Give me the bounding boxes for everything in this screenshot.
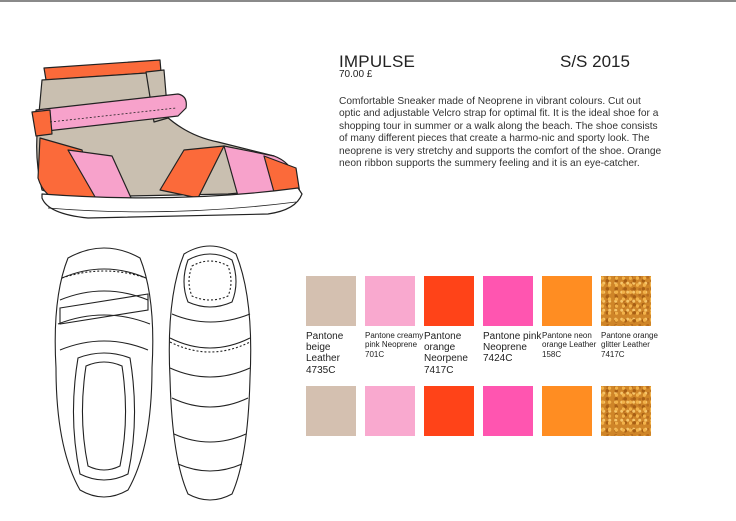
swatch-label-pink: Pantone pink Neoprene 7424C [483, 331, 542, 365]
swatch-label-orange: Pantone orange Neorpene 7417C [424, 331, 468, 376]
swatch-neon-orange-2 [542, 386, 592, 436]
swatch-row-bottom [306, 386, 660, 436]
shoe-top-view-sketch [54, 247, 154, 498]
swatch-pink-2 [483, 386, 533, 436]
swatch-orange-glitter [601, 276, 651, 326]
product-description: Comfortable Sneaker made of Neoprene in … [339, 96, 662, 170]
swatch-beige [306, 276, 356, 326]
swatch-orange-glitter-2 [601, 386, 651, 436]
shoe-outline-sketch [168, 245, 252, 501]
swatch-label-neon-orange: Pantone neon orange Leather 158C [542, 331, 597, 359]
season-label: S/S 2015 [560, 52, 630, 71]
swatch-labels: Pantone beige Leather 4735C Pantone crea… [306, 331, 660, 376]
swatch-beige-2 [306, 386, 356, 436]
swatch-label-creamy-pink: Pantone creamy pink Neoprene 701C [365, 331, 424, 359]
top-rule [0, 0, 736, 2]
swatch-label-orange-glitter: Pantone orange glitter Leather 7417C [601, 331, 658, 359]
swatch-orange-2 [424, 386, 474, 436]
swatch-label-beige: Pantone beige Leather 4735C [306, 331, 344, 376]
shoe-side-view-illustration [31, 59, 303, 219]
swatch-creamy-pink [365, 276, 415, 326]
product-price: 70.00 £ [339, 69, 373, 80]
swatch-orange [424, 276, 474, 326]
swatch-creamy-pink-2 [365, 386, 415, 436]
swatch-pink [483, 276, 533, 326]
swatch-neon-orange [542, 276, 592, 326]
swatch-row-top [306, 276, 660, 326]
